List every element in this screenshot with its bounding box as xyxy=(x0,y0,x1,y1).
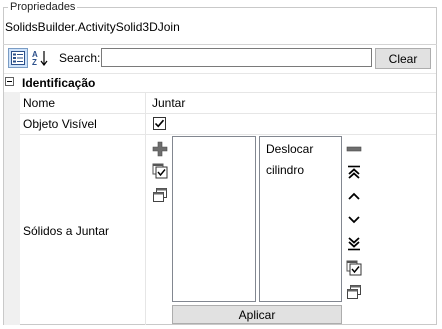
svg-text:Z: Z xyxy=(32,58,37,67)
select-all-left-button[interactable] xyxy=(151,162,169,180)
category-divider xyxy=(4,92,436,93)
categorized-view-button[interactable] xyxy=(8,48,28,68)
move-down-button[interactable] xyxy=(345,211,363,229)
property-grid-gutter xyxy=(4,92,20,325)
move-bottom-icon xyxy=(348,237,360,251)
selected-solids-list[interactable]: Deslocar cilindro xyxy=(259,136,342,302)
remove-item-button[interactable] xyxy=(345,140,363,158)
list-item[interactable]: Deslocar xyxy=(260,139,341,160)
alphabetical-sort-button[interactable]: A Z xyxy=(30,48,50,68)
property-name-nome: Nome xyxy=(23,96,56,110)
select-all-icon xyxy=(346,260,362,276)
search-label: Search: xyxy=(59,51,101,65)
row-divider xyxy=(20,134,436,135)
move-up-button[interactable] xyxy=(345,187,363,205)
move-top-icon xyxy=(348,165,360,179)
copy-icon xyxy=(347,285,361,299)
move-up-icon xyxy=(348,192,360,200)
select-all-right-button[interactable] xyxy=(345,259,363,277)
copy-right-button[interactable] xyxy=(345,283,363,301)
category-label: Identificação xyxy=(22,76,96,90)
select-all-icon xyxy=(152,163,168,179)
search-input[interactable] xyxy=(101,48,372,67)
remove-icon xyxy=(346,146,362,152)
clear-button[interactable]: Clear xyxy=(375,48,431,69)
column-splitter[interactable] xyxy=(145,92,146,325)
apply-button[interactable]: Aplicar xyxy=(172,305,342,324)
alphabetical-sort-icon: A Z xyxy=(32,50,48,67)
toolbar-divider xyxy=(3,44,437,45)
checkmark-icon xyxy=(154,119,165,128)
property-name-objeto-visivel: Objeto Visível xyxy=(23,117,97,131)
move-to-top-button[interactable] xyxy=(345,163,363,181)
property-name-solidos-a-juntar: Sólidos a Juntar xyxy=(23,224,110,238)
move-to-bottom-button[interactable] xyxy=(345,235,363,253)
objeto-visivel-checkbox[interactable] xyxy=(153,117,166,130)
add-icon xyxy=(152,141,168,157)
category-collapse-toggle[interactable] xyxy=(5,77,14,86)
move-down-icon xyxy=(348,216,360,224)
property-value-nome[interactable]: Juntar xyxy=(152,96,185,110)
available-solids-list[interactable] xyxy=(172,136,256,302)
panel-title: Propriedades xyxy=(8,1,78,13)
selected-object-name: SolidsBuilder.ActivitySolid3DJoin xyxy=(5,20,180,34)
row-divider xyxy=(20,113,436,114)
list-item[interactable]: cilindro xyxy=(260,160,341,181)
copy-icon xyxy=(153,188,167,202)
grid-top-line xyxy=(4,73,436,74)
add-item-button[interactable] xyxy=(151,140,169,158)
copy-left-button[interactable] xyxy=(151,186,169,204)
categorized-view-icon xyxy=(11,51,25,65)
